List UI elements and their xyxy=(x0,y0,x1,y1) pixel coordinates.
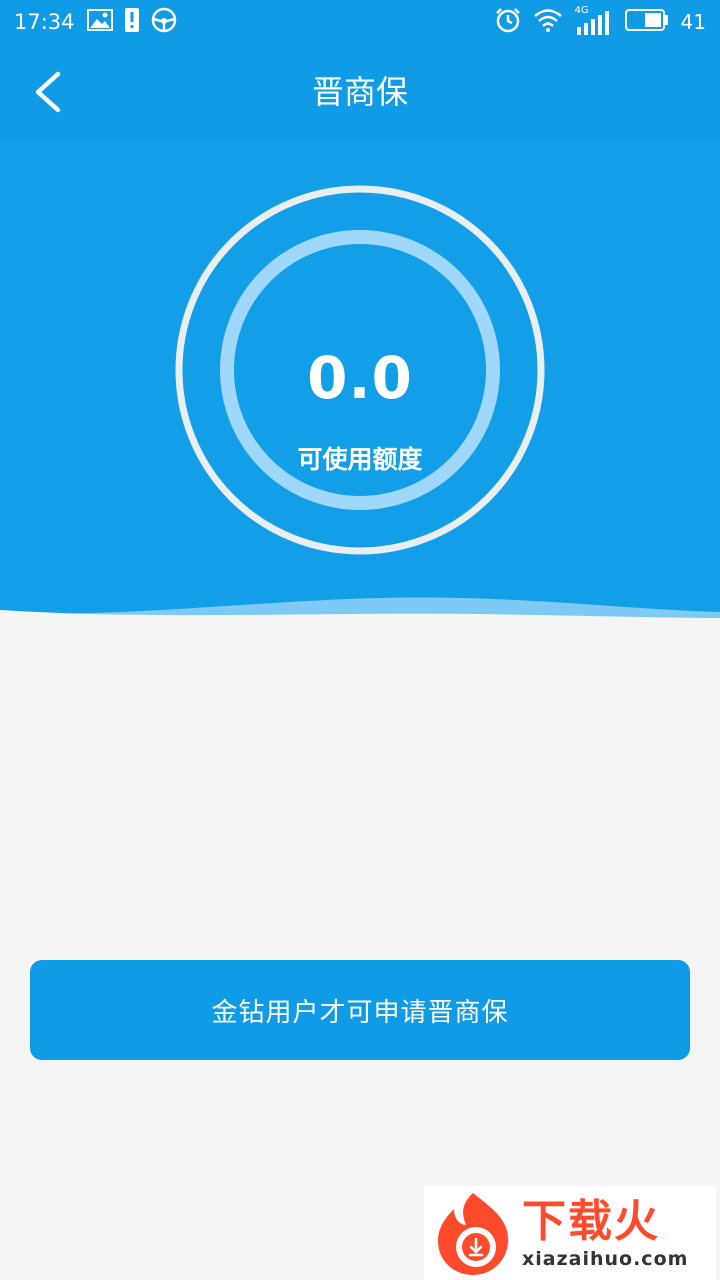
battery-icon xyxy=(624,9,669,35)
credit-label: 可使用额度 xyxy=(297,445,423,474)
status-time: 17:34 xyxy=(14,10,75,34)
status-bar-right: 4G 41 xyxy=(495,5,706,37)
signal-icon: 4G xyxy=(575,5,613,35)
credit-hero: 0.0 可使用额度 xyxy=(0,140,720,622)
credit-gauge: 0.0 可使用额度 xyxy=(174,184,546,556)
status-bar: 17:34 4G 41 xyxy=(0,0,720,44)
image-icon xyxy=(86,9,113,35)
wifi-icon xyxy=(533,8,563,36)
page-title: 晋商保 xyxy=(311,73,408,111)
battery-level: 41 xyxy=(680,10,706,34)
watermark-text: 下载火 xiazaihuo.com xyxy=(522,1196,688,1270)
back-chevron-icon xyxy=(35,71,61,113)
flame-logo-icon xyxy=(438,1193,509,1275)
watermark-logo: 下载火 xiazaihuo.com xyxy=(424,1186,716,1280)
alarm-icon xyxy=(495,7,521,37)
steering-wheel-icon xyxy=(151,7,177,37)
credit-value: 0.0 xyxy=(307,344,413,412)
watermark-domain: xiazaihuo.com xyxy=(522,1248,689,1270)
alert-icon xyxy=(124,8,139,36)
back-button[interactable] xyxy=(18,62,78,122)
nav-bar: 晋商保 xyxy=(0,44,720,140)
hero-wave xyxy=(0,597,720,622)
apply-button[interactable]: 金钻用户才可申请晋商保 xyxy=(30,960,690,1060)
status-bar-left: 17:34 xyxy=(14,7,177,37)
watermark-name: 下载火 xyxy=(522,1196,660,1247)
